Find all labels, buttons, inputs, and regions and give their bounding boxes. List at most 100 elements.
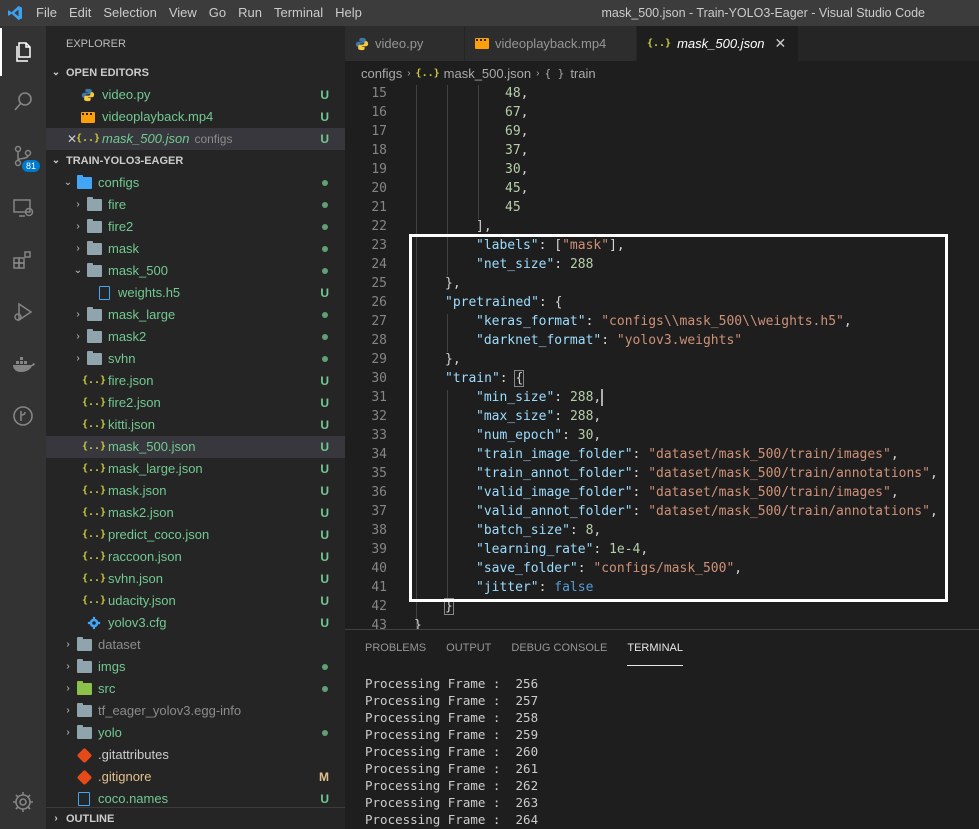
status-dot xyxy=(322,334,328,340)
menu-run[interactable]: Run xyxy=(232,0,268,26)
chevron-right-icon: › xyxy=(76,331,80,342)
code-token: : [ xyxy=(538,238,563,253)
tree-file[interactable]: {..} mask.json U xyxy=(46,480,345,502)
tree-file[interactable]: {..} udacity.json U xyxy=(46,590,345,612)
code-line: 37 "valid_annot_folder": "dataset/mask_50… xyxy=(345,502,979,521)
remote-explorer-icon[interactable] xyxy=(0,184,46,232)
line-number: 22 xyxy=(371,219,387,234)
tree-file[interactable]: {..} fire.json U xyxy=(46,370,345,392)
tree-folder[interactable]: › imgs xyxy=(46,656,345,678)
tab-mask-500-json[interactable]: {..} mask_500.json ✕ xyxy=(637,26,800,61)
open-editors-header[interactable]: ⌄ OPEN EDITORS xyxy=(46,62,345,84)
code-text: "net_size": 288 xyxy=(476,255,593,274)
code-token: : xyxy=(554,409,570,424)
menu-selection[interactable]: Selection xyxy=(97,0,162,26)
open-editor-item[interactable]: video.py U xyxy=(46,84,345,106)
tree-label: configs xyxy=(98,175,140,190)
tree-folder[interactable]: › svhn xyxy=(46,348,345,370)
tree-file[interactable]: yolov3.cfg U xyxy=(46,612,345,634)
tree-folder[interactable]: › mask_large xyxy=(46,304,345,326)
line-number: 19 xyxy=(371,162,387,177)
search-icon[interactable] xyxy=(0,78,46,126)
tree-file[interactable]: {..} kitti.json U xyxy=(46,414,345,436)
tree-file[interactable]: .gitattributes xyxy=(46,744,345,766)
tree-file[interactable]: .gitignore M xyxy=(46,766,345,788)
code-text: "train": { xyxy=(445,369,525,388)
terminal-output[interactable]: Processing Frame : 256 Processing Frame … xyxy=(365,675,538,828)
menu-file[interactable]: File xyxy=(30,0,63,26)
object-symbol-icon: { } xyxy=(544,66,565,80)
tree-file[interactable]: {..} fire2.json U xyxy=(46,392,345,414)
tree-folder[interactable]: › yolo xyxy=(46,722,345,744)
tab-debug-console[interactable]: DEBUG CONSOLE xyxy=(511,630,607,666)
code-token: "min_size" xyxy=(476,390,555,405)
explorer-sidebar: EXPLORER ⌄ OPEN EDITORS video.py U video… xyxy=(46,26,345,829)
run-debug-icon[interactable] xyxy=(0,288,46,336)
code-token: : xyxy=(632,485,649,500)
code-token: "save_folder" xyxy=(476,561,578,576)
line-number: 28 xyxy=(371,333,387,348)
open-editor-label: videoplayback.mp4 xyxy=(102,109,214,124)
tree-folder-configs[interactable]: ⌄ configs xyxy=(46,172,345,194)
tab-problems[interactable]: PROBLEMS xyxy=(365,630,426,666)
tab-videoplayback-mp4[interactable]: videoplayback.mp4 xyxy=(465,26,637,61)
folder-icon xyxy=(76,703,92,719)
menu-view[interactable]: View xyxy=(163,0,203,26)
git-graph-icon[interactable] xyxy=(0,392,46,440)
breadcrumb-file[interactable]: mask_500.json xyxy=(444,66,531,81)
tab-terminal[interactable]: TERMINAL xyxy=(627,630,683,666)
code-token: false xyxy=(554,580,594,595)
tree-file[interactable]: weights.h5 U xyxy=(46,282,345,304)
breadcrumb-folder[interactable]: configs xyxy=(361,66,402,81)
tree-folder[interactable]: › fire xyxy=(46,194,345,216)
tree-file[interactable]: {..} svhn.json U xyxy=(46,568,345,590)
outline-header[interactable]: › OUTLINE xyxy=(46,807,345,829)
docker-icon[interactable] xyxy=(0,340,46,388)
folder-icon xyxy=(86,351,102,367)
tree-file[interactable]: {..} predict_coco.json U xyxy=(46,524,345,546)
folder-icon xyxy=(76,725,92,741)
menu-go[interactable]: Go xyxy=(203,0,232,26)
code-editor[interactable]: 15 48, 16 67, 17 69, 18 37, 19 30, 20 45, 21 45 22], 23… xyxy=(345,85,979,629)
breadcrumb-symbol[interactable]: train xyxy=(570,66,595,81)
tree-folder[interactable]: › tf_eager_yolov3.egg-info xyxy=(46,700,345,722)
menu-edit[interactable]: Edit xyxy=(63,0,97,26)
terminal-line: Processing Frame : 261 xyxy=(365,761,539,776)
tree-file[interactable]: {..} mask_large.json U xyxy=(46,458,345,480)
code-line: 22], xyxy=(345,217,979,236)
close-icon[interactable]: ✕ xyxy=(775,35,787,52)
tree-folder[interactable]: › src xyxy=(46,678,345,700)
tab-video-py[interactable]: video.py xyxy=(345,26,465,61)
gear-icon[interactable] xyxy=(0,778,46,826)
code-token: , xyxy=(929,504,938,519)
terminal-line: Processing Frame : 257 xyxy=(365,693,539,708)
code-token: , xyxy=(734,561,743,576)
tree-folder[interactable]: › dataset xyxy=(46,634,345,656)
open-editor-item[interactable]: videoplayback.mp4 U xyxy=(46,106,345,128)
close-icon[interactable]: ✕ xyxy=(67,128,77,150)
status-dot xyxy=(322,664,328,670)
json-file-icon: {..} xyxy=(81,463,107,474)
project-header[interactable]: ⌄ TRAIN-YOLO3-EAGER xyxy=(46,150,345,172)
files-icon[interactable] xyxy=(0,28,46,76)
code-line: 30 "train": { xyxy=(345,369,979,388)
menu-help[interactable]: Help xyxy=(329,0,368,26)
menu-terminal[interactable]: Terminal xyxy=(268,0,329,26)
source-control-icon[interactable]: 81 xyxy=(0,132,46,180)
title-bar: File Edit Selection View Go Run Terminal… xyxy=(0,0,979,26)
python-file-icon xyxy=(80,87,96,103)
tree-folder[interactable]: › fire2 xyxy=(46,216,345,238)
tree-file-selected[interactable]: {..} mask_500.json U xyxy=(46,436,345,458)
tree-folder[interactable]: ⌄ mask_500 xyxy=(46,260,345,282)
tab-output[interactable]: OUTPUT xyxy=(446,630,491,666)
line-number: 38 xyxy=(371,523,387,538)
tree-folder[interactable]: › mask2 xyxy=(46,326,345,348)
tree-folder[interactable]: › mask xyxy=(46,238,345,260)
tree-file[interactable]: {..} mask2.json U xyxy=(46,502,345,524)
code-token: 67 xyxy=(505,105,521,120)
json-file-icon: {..} xyxy=(81,507,107,518)
extensions-icon[interactable] xyxy=(0,236,46,284)
open-editor-item[interactable]: ✕ {..} mask_500.json configs U xyxy=(46,128,345,150)
terminal-line: Processing Frame : 263 xyxy=(365,795,539,810)
tree-file[interactable]: {..} raccoon.json U xyxy=(46,546,345,568)
